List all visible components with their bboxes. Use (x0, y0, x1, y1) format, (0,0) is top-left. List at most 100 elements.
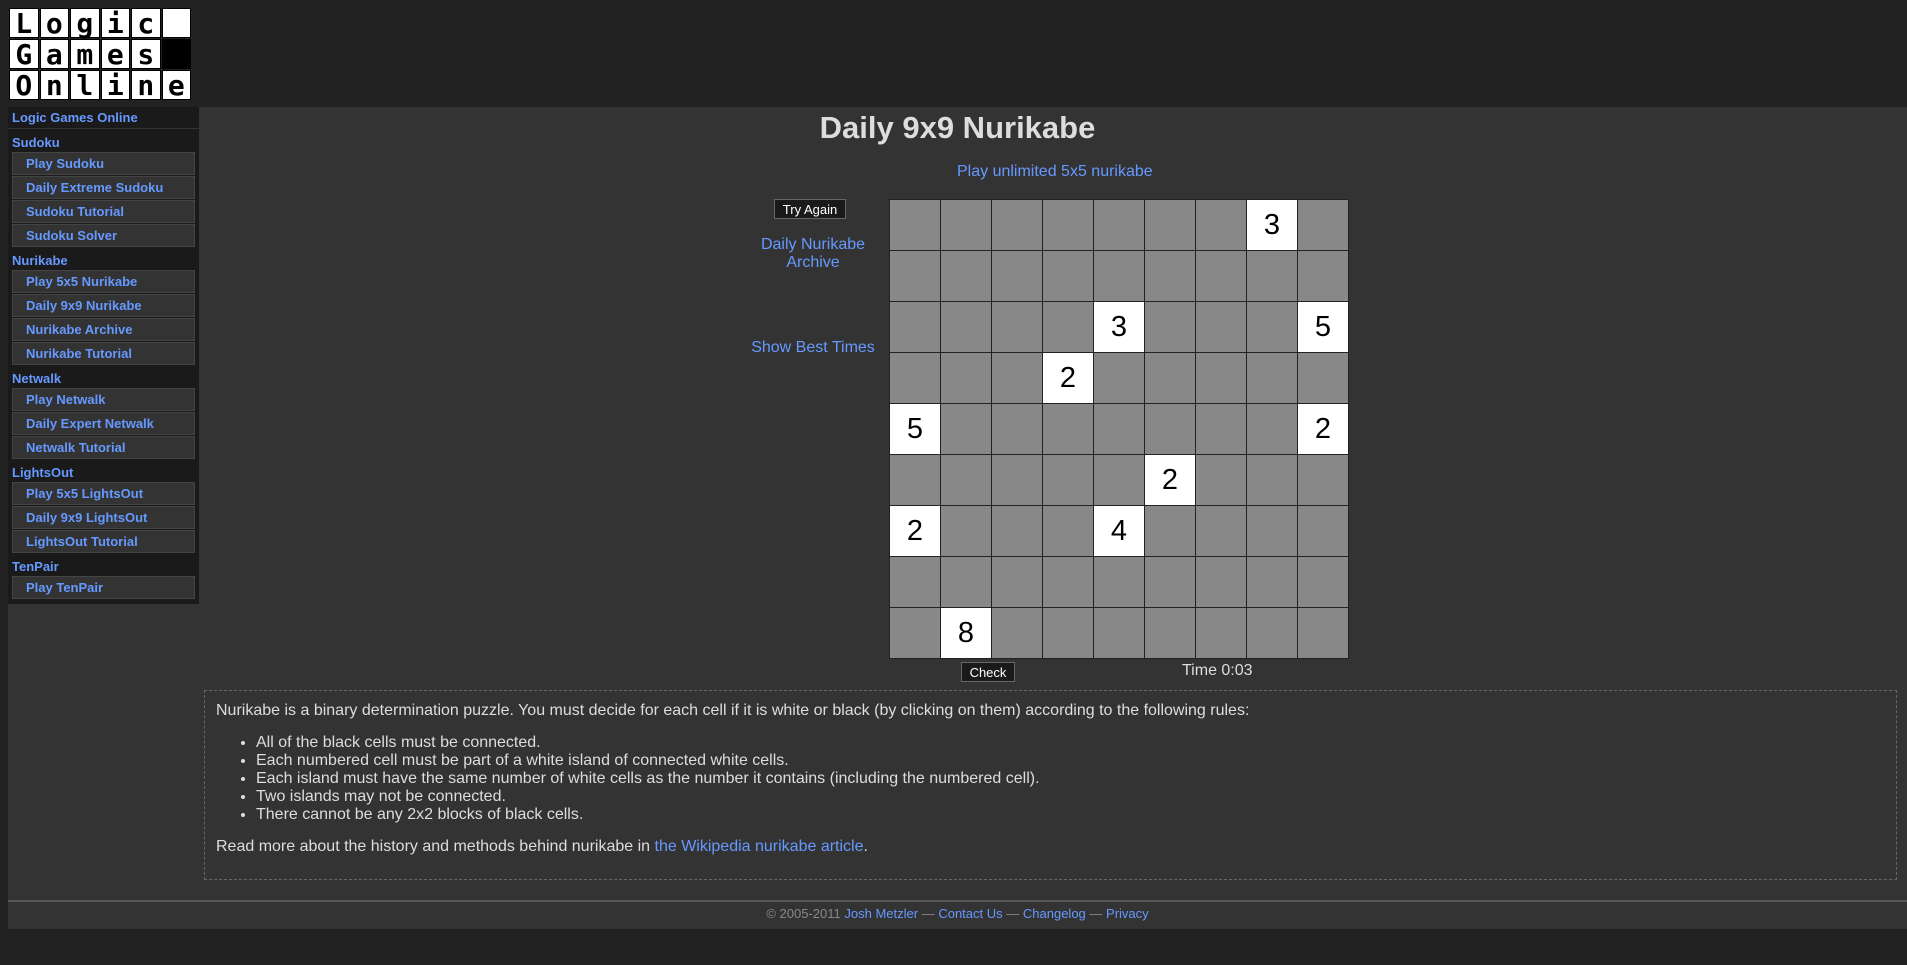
board-cell[interactable] (1247, 455, 1297, 505)
board-cell[interactable] (1043, 455, 1093, 505)
board-cell[interactable] (1043, 506, 1093, 556)
board-cell[interactable] (890, 251, 940, 301)
clue-cell[interactable]: 4 (1094, 506, 1144, 556)
contact-link[interactable]: Contact Us (938, 906, 1002, 921)
sidebar-item[interactable]: Daily 9x9 LightsOut (12, 506, 195, 529)
board-cell[interactable] (1094, 455, 1144, 505)
clue-cell[interactable]: 5 (890, 404, 940, 454)
board-cell[interactable] (890, 200, 940, 250)
sidebar-item[interactable]: Sudoku Solver (12, 224, 195, 247)
board-cell[interactable] (1196, 506, 1246, 556)
sidebar-item[interactable]: Play TenPair (12, 576, 195, 599)
board-cell[interactable] (1094, 404, 1144, 454)
board-cell[interactable] (1043, 608, 1093, 658)
board-cell[interactable] (941, 251, 991, 301)
try-again-button[interactable]: Try Again (774, 199, 846, 219)
board-cell[interactable] (1196, 557, 1246, 607)
board-cell[interactable] (1298, 506, 1348, 556)
check-button[interactable]: Check (961, 662, 1015, 682)
board-cell[interactable] (890, 302, 940, 352)
board-cell[interactable] (1298, 557, 1348, 607)
board-cell[interactable] (1094, 200, 1144, 250)
sidebar-item[interactable]: Sudoku Tutorial (12, 200, 195, 223)
board-cell[interactable] (1043, 557, 1093, 607)
sidebar-item[interactable]: Play 5x5 Nurikabe (12, 270, 195, 293)
board-cell[interactable] (941, 302, 991, 352)
board-cell[interactable] (1043, 200, 1093, 250)
board-cell[interactable] (1298, 200, 1348, 250)
board-cell[interactable] (1196, 455, 1246, 505)
board-cell[interactable] (941, 404, 991, 454)
sidebar-item[interactable]: Daily Extreme Sudoku (12, 176, 195, 199)
wikipedia-link[interactable]: the Wikipedia nurikabe article (655, 838, 864, 855)
board-cell[interactable] (1196, 608, 1246, 658)
board-cell[interactable] (1196, 302, 1246, 352)
board-cell[interactable] (1247, 251, 1297, 301)
clue-cell[interactable]: 3 (1247, 200, 1297, 250)
clue-cell[interactable]: 5 (1298, 302, 1348, 352)
sidebar-head-tenpair[interactable]: TenPair (8, 557, 199, 576)
sidebar-head-netwalk[interactable]: Netwalk (8, 369, 199, 388)
board-cell[interactable] (890, 353, 940, 403)
board-cell[interactable] (1094, 251, 1144, 301)
changelog-link[interactable]: Changelog (1023, 906, 1086, 921)
board-cell[interactable] (1145, 302, 1195, 352)
board-cell[interactable] (1298, 353, 1348, 403)
board-cell[interactable] (1247, 506, 1297, 556)
show-best-times-link[interactable]: Show Best Times (748, 339, 878, 357)
board-cell[interactable] (941, 353, 991, 403)
board-cell[interactable] (1094, 557, 1144, 607)
board-cell[interactable] (992, 404, 1042, 454)
board-cell[interactable] (992, 506, 1042, 556)
sidebar-item[interactable]: Daily Expert Netwalk (12, 412, 195, 435)
board-cell[interactable] (890, 608, 940, 658)
sidebar-item[interactable]: LightsOut Tutorial (12, 530, 195, 553)
board-cell[interactable] (941, 557, 991, 607)
author-link[interactable]: Josh Metzler (844, 906, 918, 921)
board-cell[interactable] (1298, 608, 1348, 658)
board-cell[interactable] (1043, 302, 1093, 352)
board-cell[interactable] (992, 251, 1042, 301)
board-cell[interactable] (1247, 302, 1297, 352)
clue-cell[interactable]: 2 (1298, 404, 1348, 454)
board-cell[interactable] (1145, 404, 1195, 454)
board-cell[interactable] (1145, 557, 1195, 607)
board-cell[interactable] (992, 557, 1042, 607)
play-unlimited-link[interactable]: Play unlimited 5x5 nurikabe (957, 163, 1153, 181)
board-cell[interactable] (941, 200, 991, 250)
board-cell[interactable] (992, 353, 1042, 403)
board-cell[interactable] (1043, 404, 1093, 454)
sidebar-head-lightsout[interactable]: LightsOut (8, 463, 199, 482)
board-cell[interactable] (1145, 200, 1195, 250)
board-cell[interactable] (1196, 251, 1246, 301)
daily-archive-link[interactable]: Daily Nurikabe Archive (748, 236, 878, 272)
board-cell[interactable] (941, 455, 991, 505)
sidebar-item[interactable]: Play 5x5 LightsOut (12, 482, 195, 505)
board-cell[interactable] (992, 302, 1042, 352)
privacy-link[interactable]: Privacy (1106, 906, 1149, 921)
sidebar-item[interactable]: Daily 9x9 Nurikabe (12, 294, 195, 317)
board-cell[interactable] (1196, 200, 1246, 250)
sidebar-item[interactable]: Play Sudoku (12, 152, 195, 175)
clue-cell[interactable]: 2 (890, 506, 940, 556)
board-cell[interactable] (1196, 353, 1246, 403)
board-cell[interactable] (1196, 404, 1246, 454)
board-cell[interactable] (941, 506, 991, 556)
sidebar-item[interactable]: Play Netwalk (12, 388, 195, 411)
board-cell[interactable] (890, 557, 940, 607)
board-cell[interactable] (1247, 353, 1297, 403)
board-cell[interactable] (1298, 251, 1348, 301)
sidebar-item[interactable]: Nurikabe Archive (12, 318, 195, 341)
clue-cell[interactable]: 3 (1094, 302, 1144, 352)
board-cell[interactable] (1247, 557, 1297, 607)
board-cell[interactable] (992, 455, 1042, 505)
board-cell[interactable] (1247, 608, 1297, 658)
clue-cell[interactable]: 2 (1145, 455, 1195, 505)
board-cell[interactable] (992, 200, 1042, 250)
board-cell[interactable] (1298, 455, 1348, 505)
board-cell[interactable] (1145, 506, 1195, 556)
board-cell[interactable] (1094, 353, 1144, 403)
board-cell[interactable] (1145, 251, 1195, 301)
clue-cell[interactable]: 2 (1043, 353, 1093, 403)
site-logo[interactable]: LogicGamesOnline (8, 7, 191, 102)
